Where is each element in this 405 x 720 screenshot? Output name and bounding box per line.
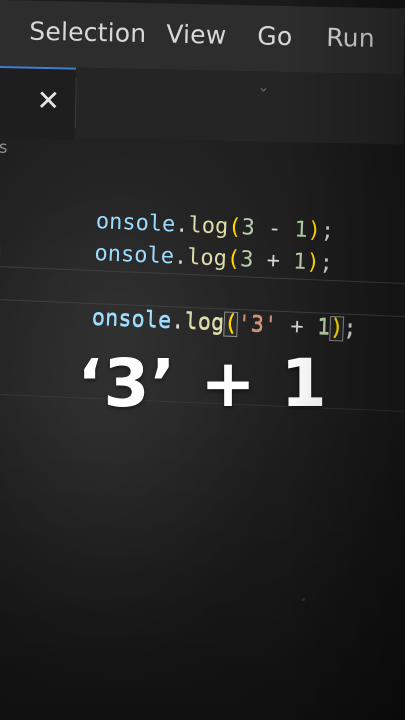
editor-tab[interactable]: ✕	[0, 66, 76, 140]
menu-go[interactable]: Go	[257, 21, 293, 51]
breadcrumb: s	[0, 138, 9, 158]
code-function: log	[183, 309, 225, 337]
code-operator: +	[276, 313, 318, 341]
code-editor[interactable]: s onsole.log(3 - 1); onsole.log(3 + 1); …	[0, 136, 405, 720]
code-open-paren-matched: (	[223, 311, 238, 338]
close-icon[interactable]: ✕	[33, 84, 64, 117]
screen-speck	[302, 598, 305, 601]
video-caption: ‘3’ + 1	[77, 345, 328, 422]
code-close-paren-matched: )	[329, 315, 344, 342]
menu-run[interactable]: Run	[326, 23, 375, 53]
photo-of-screen: Selection View Go Run ✕ ⌄ s onsole.log(3…	[0, 0, 405, 720]
code-area[interactable]: onsole.log(3 - 1); onsole.log(3 + 1); on…	[0, 170, 405, 342]
code-string: '3'	[236, 312, 278, 339]
code-identifier: onsole	[91, 305, 172, 335]
code-semicolon: ;	[342, 316, 358, 343]
chevron-down-icon: ⌄	[257, 79, 270, 96]
code-dot: .	[170, 309, 186, 335]
menu-view[interactable]: View	[166, 19, 227, 49]
editor-tab-strip: ✕ ⌄	[0, 66, 405, 145]
tab-divider	[74, 77, 77, 128]
menu-selection[interactable]: Selection	[29, 17, 147, 48]
menu-bar: Selection View Go Run	[0, 0, 405, 75]
